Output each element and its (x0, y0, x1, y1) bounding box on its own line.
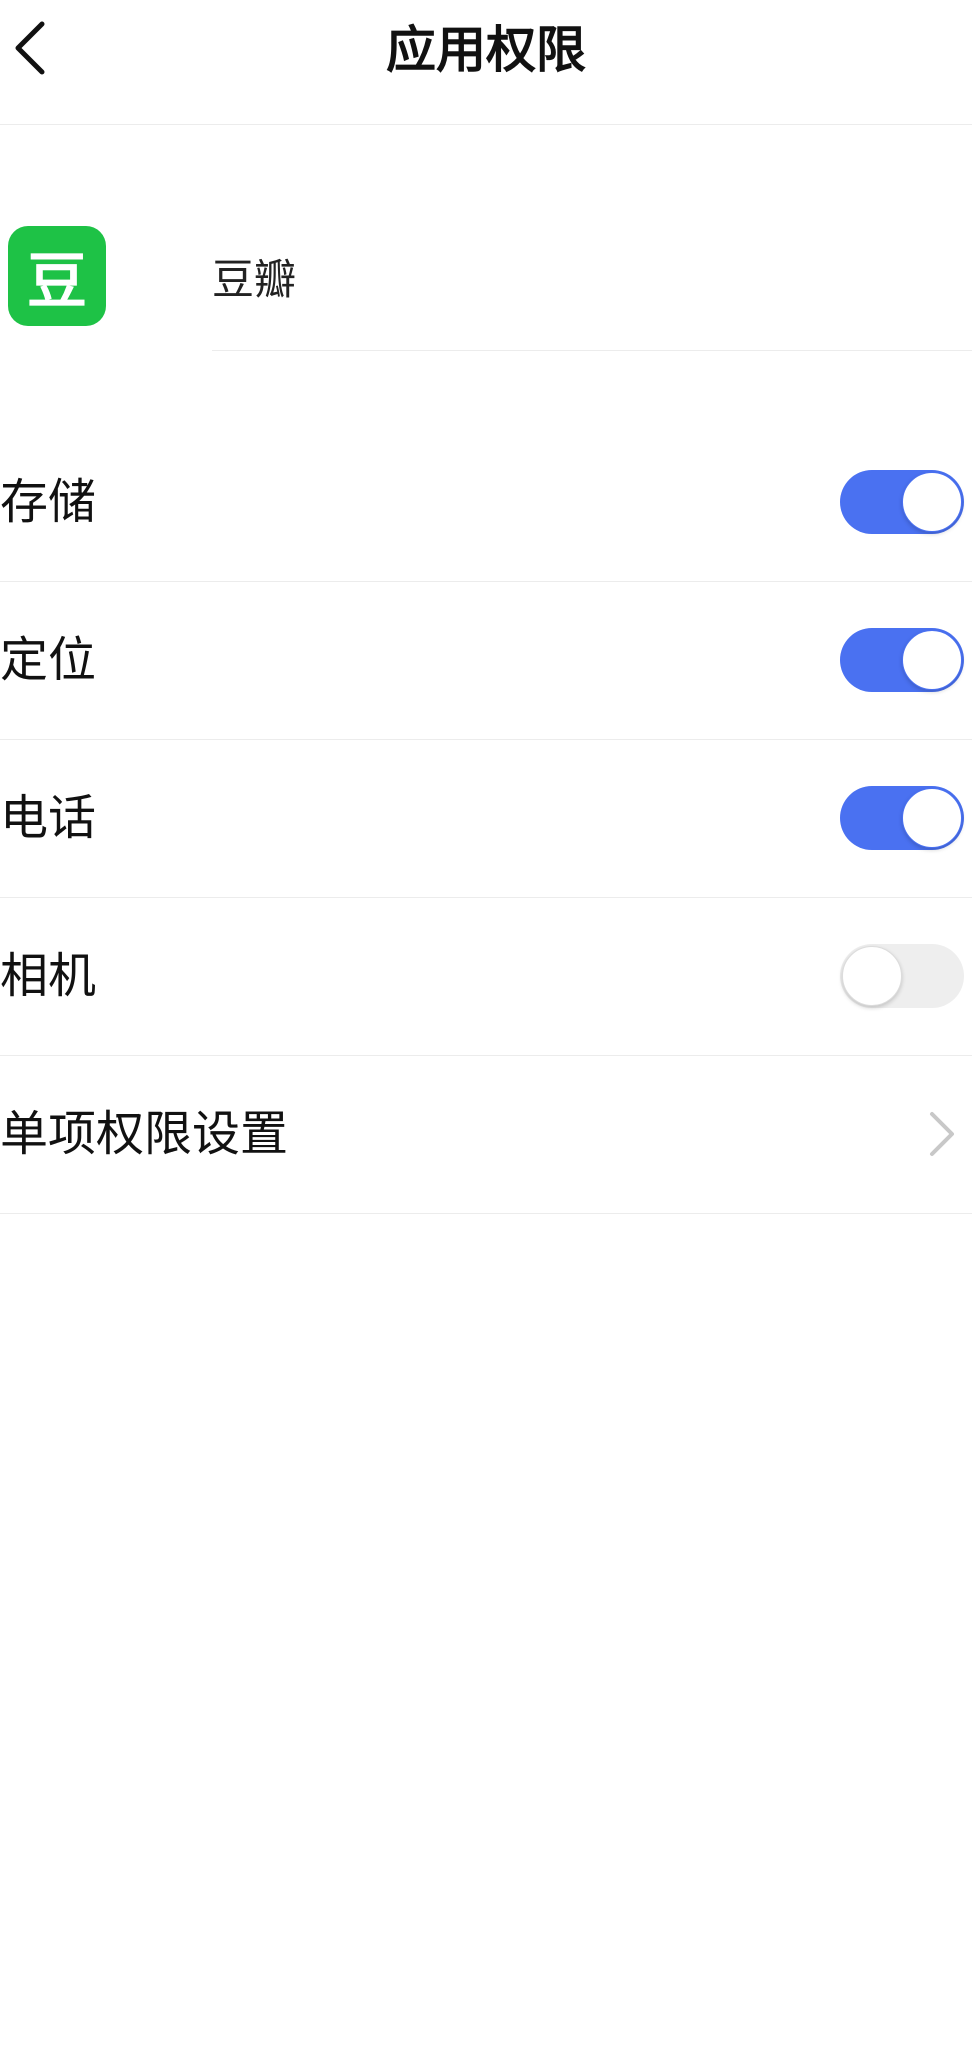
toggle-knob (842, 946, 902, 1006)
toggle-knob (902, 472, 962, 532)
toggle-knob (902, 630, 962, 690)
camera-toggle[interactable] (840, 944, 964, 1008)
chevron-right-icon (922, 1108, 962, 1160)
permission-row-storage: 存储 (0, 424, 972, 582)
individual-permission-settings[interactable]: 单项权限设置 (0, 1056, 972, 1214)
toggle-knob (902, 788, 962, 848)
permission-label: 存储 (0, 474, 97, 530)
page-title: 应用权限 (386, 21, 586, 79)
settings-label: 单项权限设置 (0, 1106, 289, 1162)
permission-label: 相机 (0, 948, 97, 1004)
permission-list: 存储 定位 电话 相机 单项权限设置 (0, 424, 972, 1214)
permission-row-phone: 电话 (0, 740, 972, 898)
storage-toggle[interactable] (840, 470, 964, 534)
app-info: 豆 豆瓣 (0, 124, 972, 352)
location-toggle[interactable] (840, 628, 964, 692)
header: 应用权限 (0, 0, 972, 125)
phone-toggle[interactable] (840, 786, 964, 850)
divider (212, 350, 972, 351)
permission-row-camera: 相机 (0, 898, 972, 1056)
permission-row-location: 定位 (0, 582, 972, 740)
permission-label: 定位 (0, 632, 97, 688)
permission-label: 电话 (0, 790, 97, 846)
app-name: 豆瓣 (212, 255, 297, 304)
app-icon: 豆 (8, 226, 106, 326)
